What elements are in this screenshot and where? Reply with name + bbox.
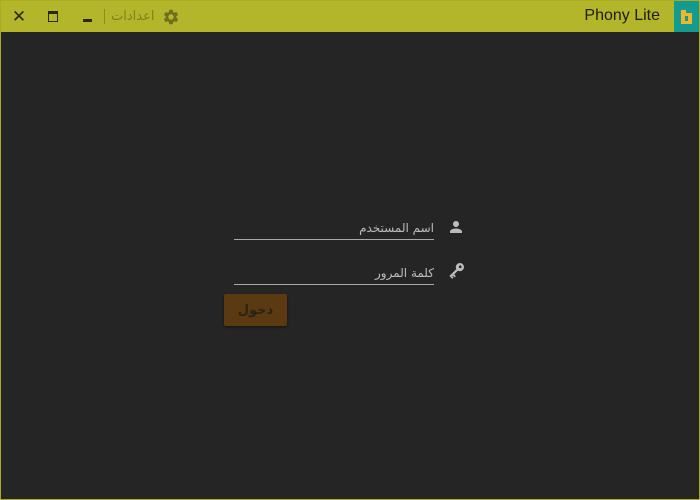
maximize-button[interactable] [38,1,68,32]
settings-label: اعدادات [111,9,155,24]
minimize-icon [82,19,92,22]
settings-button[interactable]: اعدادات [111,1,180,32]
gear-icon [162,8,180,26]
titlebar-divider [104,9,105,24]
username-input[interactable] [234,217,434,239]
app-title: Phony Lite [584,7,660,24]
app-window: ✕ اعدادات Phony Lite اسم المستخدم دخول [0,0,700,500]
maximize-icon [48,11,58,22]
app-logo [674,1,699,32]
login-button[interactable]: دخول [224,294,287,326]
title-bar[interactable]: ✕ اعدادات Phony Lite [1,1,699,32]
close-button[interactable]: ✕ [4,1,34,32]
sim-card-icon [681,10,692,24]
username-field[interactable] [234,217,434,240]
key-icon [445,260,467,282]
password-field[interactable] [234,262,434,285]
minimize-button[interactable] [72,1,102,32]
close-icon: ✕ [11,6,27,27]
person-icon [445,216,467,238]
password-input[interactable] [234,262,434,284]
